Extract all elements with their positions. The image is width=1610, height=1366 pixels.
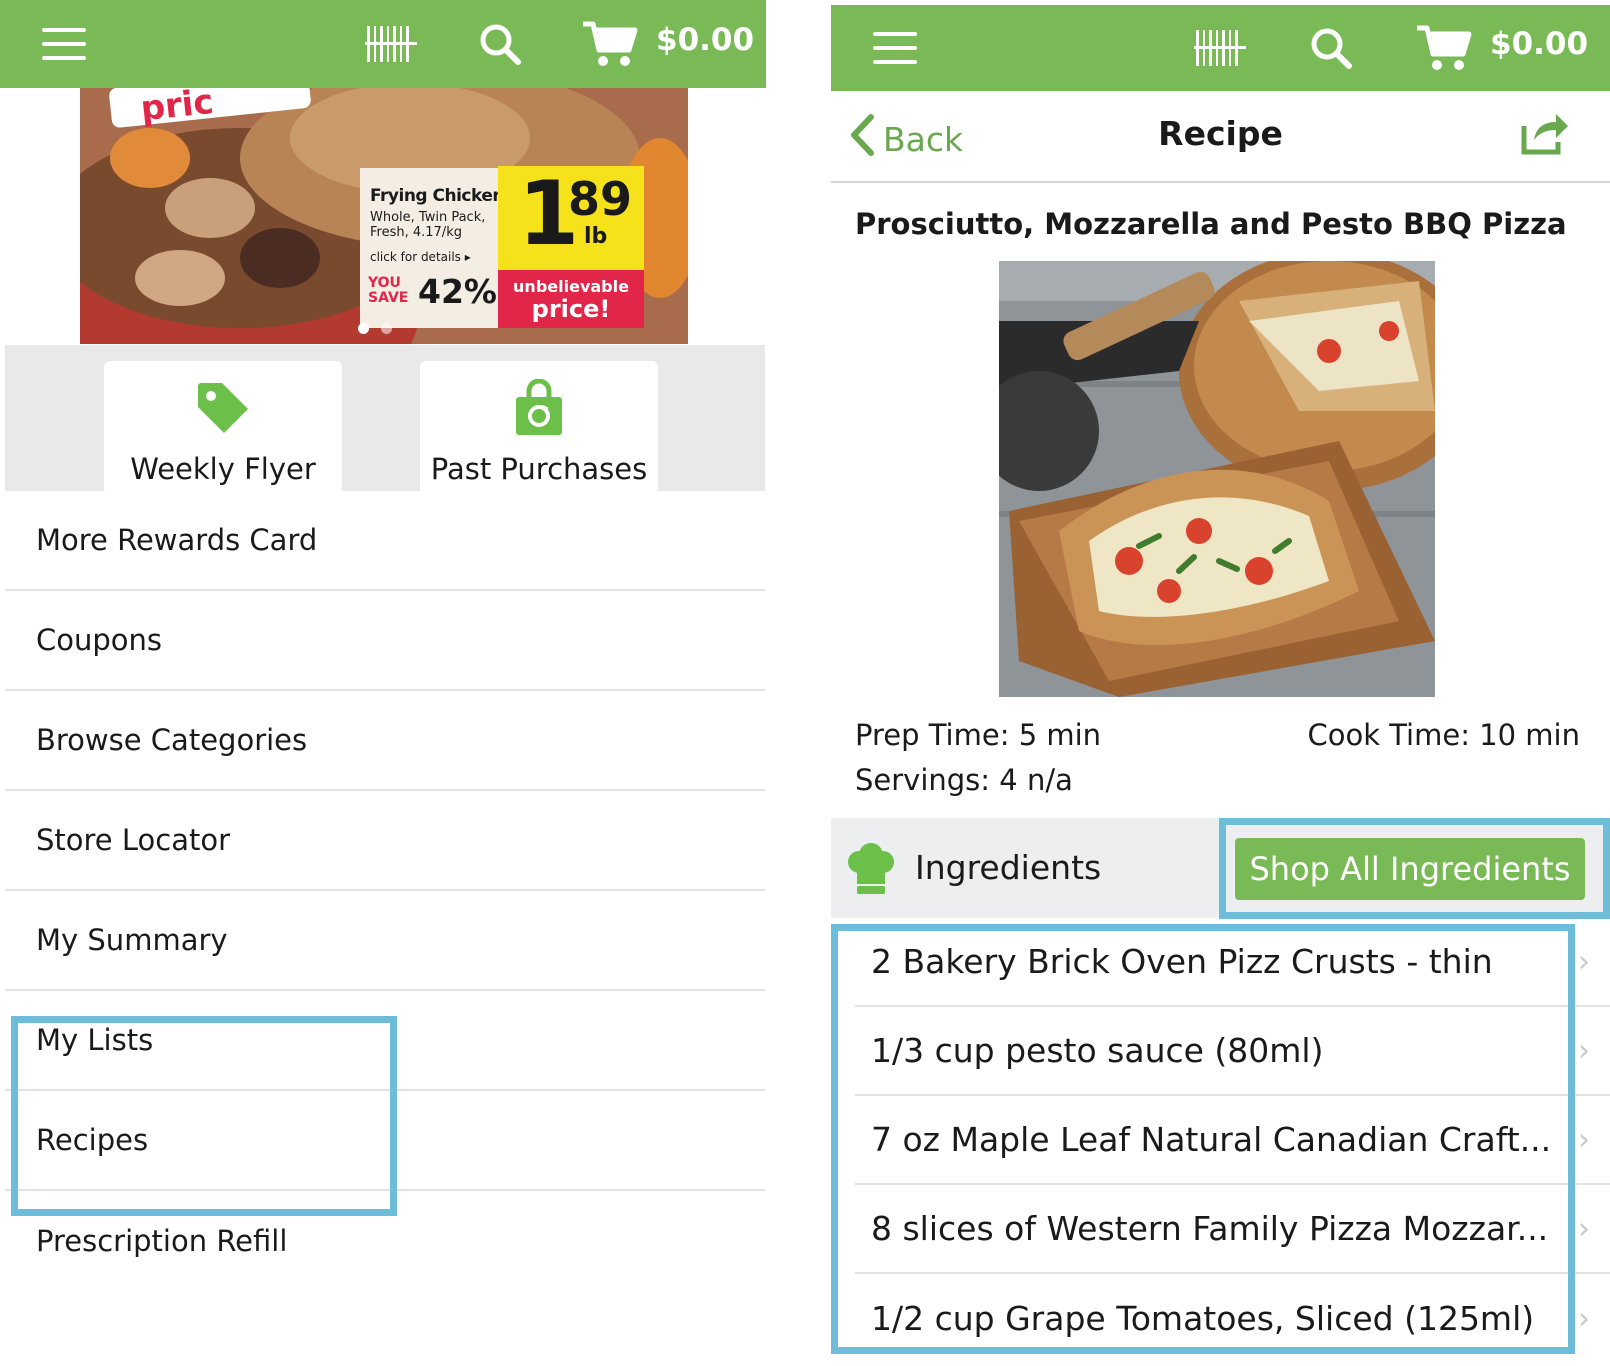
flyer-tag-line2: price! <box>531 295 611 323</box>
chevron-right-icon: › <box>1578 1301 1590 1336</box>
share-icon[interactable] <box>1518 110 1570 160</box>
chevron-right-icon: › <box>1578 1211 1590 1246</box>
search-icon[interactable] <box>1309 5 1353 91</box>
flyer-details-link[interactable]: click for details ▸ <box>370 250 471 264</box>
flyer-product-name: Frying Chicken <box>370 186 504 206</box>
chevron-right-icon: › <box>1578 1033 1590 1068</box>
quick-tiles: Weekly Flyer Past Purchases <box>5 345 765 494</box>
ingredients-label: Ingredients <box>915 848 1102 887</box>
menu-icon[interactable] <box>871 5 919 91</box>
recipe-photo <box>999 261 1435 697</box>
flyer-product-desc: Whole, Twin Pack, Fresh, 4.17/kg <box>370 210 485 240</box>
barcode-icon[interactable] <box>1193 5 1247 91</box>
flyer-price-box: 1 89 lb <box>498 164 644 270</box>
flyer-save: SAVE <box>368 290 409 306</box>
left-screen: $0.00 pric Frying Chicken Whole, Twin Pa… <box>0 0 766 1324</box>
recipe-nav-bar: Back Recipe <box>831 88 1610 183</box>
top-app-bar: $0.00 <box>831 5 1610 91</box>
menu-item-store-locator[interactable]: Store Locator <box>5 791 765 891</box>
carousel-dots[interactable] <box>358 323 392 334</box>
flyer-desc-line1: Whole, Twin Pack, <box>370 210 486 225</box>
menu-item-prescription-refill[interactable]: Prescription Refill <box>5 1191 765 1291</box>
chevron-right-icon: › <box>1578 944 1590 979</box>
ingredient-row[interactable]: 2 Bakery Brick Oven Pizz Crusts - thin › <box>855 918 1610 1007</box>
shop-all-ingredients-button[interactable]: Shop All Ingredients <box>1235 838 1585 900</box>
right-screen: $0.00 Back Recipe Prosciutto, Mozzarella… <box>831 0 1610 1366</box>
flyer-price-tag: unbelievable price! <box>498 270 644 328</box>
tile-weekly-flyer[interactable]: Weekly Flyer <box>104 361 342 494</box>
ingredient-text: 1/3 cup pesto sauce (80ml) <box>871 1031 1324 1070</box>
ingredient-row[interactable]: 1/2 cup Grape Tomatoes, Sliced (125ml) › <box>855 1274 1610 1363</box>
flyer-you: YOU <box>368 275 401 291</box>
tile-label: Weekly Flyer <box>130 452 316 486</box>
cart-icon[interactable] <box>580 0 640 88</box>
ingredients-list: 2 Bakery Brick Oven Pizz Crusts - thin ›… <box>831 918 1610 1363</box>
menu-item-coupons[interactable]: Coupons <box>5 591 765 691</box>
ingredient-row[interactable]: 8 slices of Western Family Pizza Mozzar.… <box>855 1185 1610 1274</box>
flyer-you-save: YOU SAVE <box>368 276 416 306</box>
ingredient-text: 2 Bakery Brick Oven Pizz Crusts - thin <box>871 942 1493 981</box>
flyer-desc-line2: Fresh, 4.17/kg <box>370 225 462 240</box>
flyer-save-pct: 42% <box>418 272 497 311</box>
menu-icon[interactable] <box>40 0 88 88</box>
ingredient-row[interactable]: 1/3 cup pesto sauce (80ml) › <box>855 1007 1610 1096</box>
flyer-info-box: Frying Chicken Whole, Twin Pack, Fresh, … <box>360 168 510 328</box>
flyer-banner[interactable]: pric Frying Chicken Whole, Twin Pack, Fr… <box>80 88 688 344</box>
carousel-dot-active[interactable] <box>358 323 369 334</box>
search-icon[interactable] <box>478 0 522 88</box>
menu-item-browse-categories[interactable]: Browse Categories <box>5 691 765 791</box>
tile-label: Past Purchases <box>430 452 648 486</box>
cook-time: Cook Time: 10 min <box>1307 718 1580 752</box>
flyer-price-cents: 89 <box>568 172 633 226</box>
flyer-price-unit: lb <box>584 224 608 249</box>
chevron-right-icon: › <box>1578 1122 1590 1157</box>
menu-item-my-summary[interactable]: My Summary <box>5 891 765 991</box>
cart-total[interactable]: $0.00 <box>1490 26 1588 62</box>
menu-item-recipes[interactable]: Recipes <box>5 1091 765 1191</box>
barcode-icon[interactable] <box>364 0 418 88</box>
recipe-title: Prosciutto, Mozzarella and Pesto BBQ Piz… <box>855 207 1567 241</box>
ingredient-row[interactable]: 7 oz Maple Leaf Natural Canadian Craft..… <box>855 1096 1610 1185</box>
cart-total[interactable]: $0.00 <box>656 22 754 58</box>
chef-hat-icon <box>847 842 895 900</box>
shopping-bag-icon <box>513 378 565 441</box>
tile-past-purchases[interactable]: Past Purchases <box>420 361 658 494</box>
top-app-bar: $0.00 <box>0 0 766 88</box>
prep-time: Prep Time: 5 min <box>855 718 1102 752</box>
menu-item-rewards-card[interactable]: More Rewards Card <box>5 491 765 591</box>
page-title: Recipe <box>1158 114 1283 153</box>
ingredients-header: Ingredients Shop All Ingredients <box>831 818 1610 918</box>
carousel-dot[interactable] <box>381 323 392 334</box>
main-menu: More Rewards Card Coupons Browse Categor… <box>5 491 765 1291</box>
ingredient-text: 7 oz Maple Leaf Natural Canadian Craft..… <box>871 1120 1552 1159</box>
tag-icon <box>194 379 252 441</box>
ingredient-text: 1/2 cup Grape Tomatoes, Sliced (125ml) <box>871 1299 1535 1338</box>
menu-item-my-lists[interactable]: My Lists <box>5 991 765 1091</box>
ingredient-text: 8 slices of Western Family Pizza Mozzar.… <box>871 1209 1549 1248</box>
servings: Servings: 4 n/a <box>855 763 1073 797</box>
cart-icon[interactable] <box>1414 5 1474 91</box>
